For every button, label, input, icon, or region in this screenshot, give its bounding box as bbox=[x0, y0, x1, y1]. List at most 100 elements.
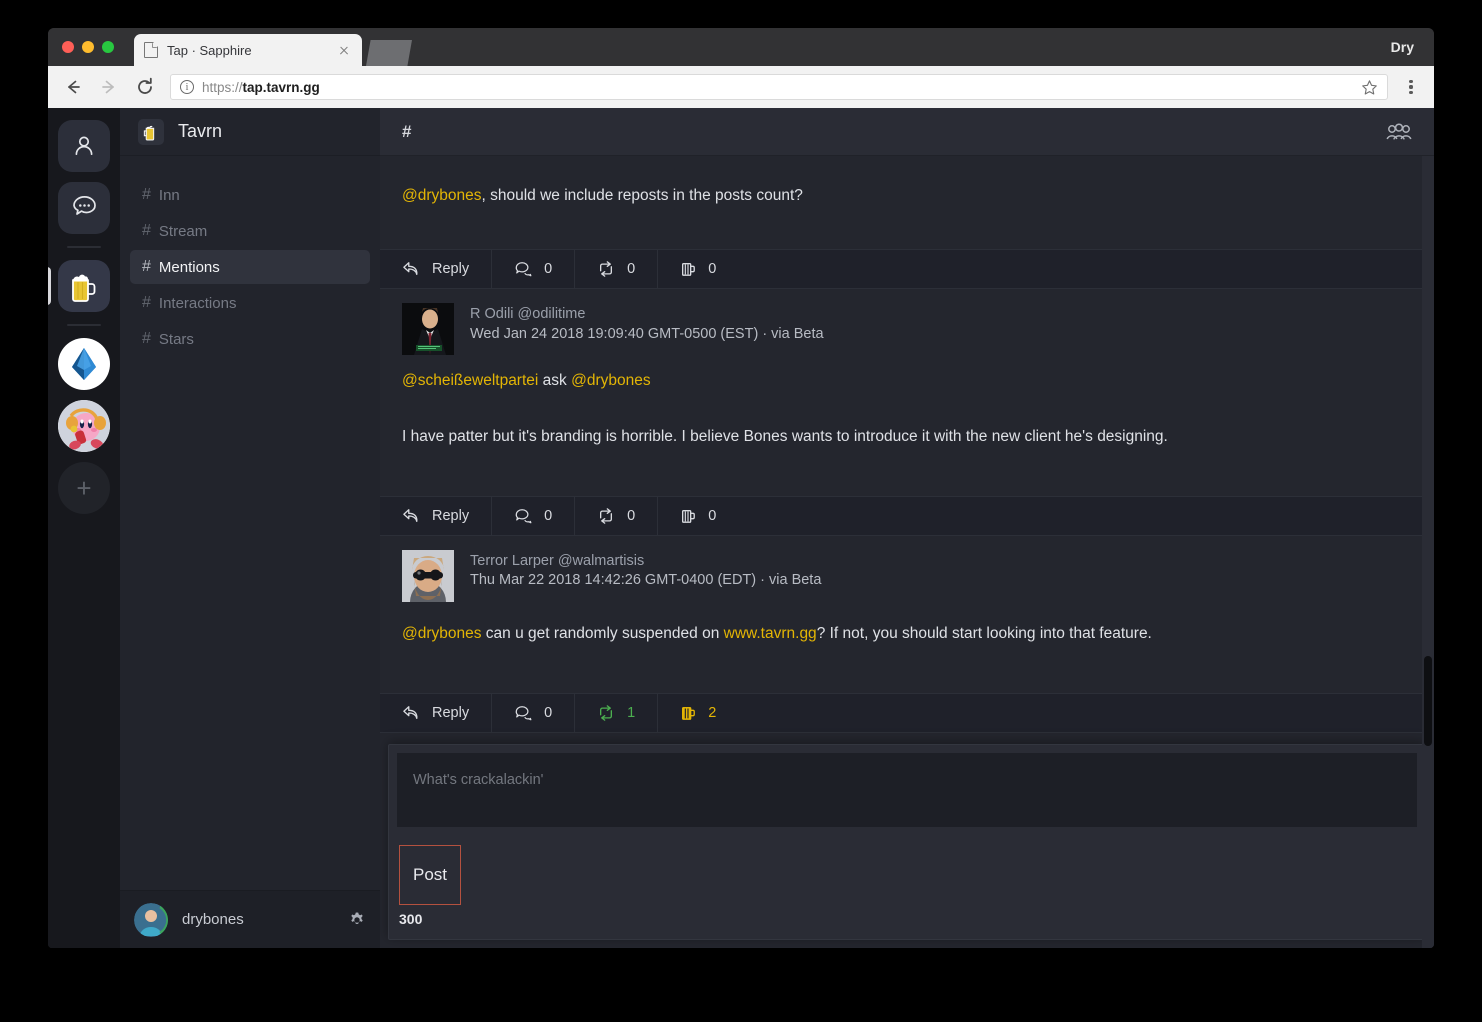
post-text: ask bbox=[538, 372, 572, 390]
avatar[interactable] bbox=[402, 303, 454, 356]
mention-link[interactable]: @drybones bbox=[402, 625, 482, 642]
sidebar-item-tavrn[interactable] bbox=[48, 260, 110, 312]
post-actions: Reply 0 1 2 bbox=[380, 693, 1434, 733]
channel-sidebar: Tavrn # Inn # Stream # Mentions # Intera… bbox=[120, 108, 380, 948]
close-window-button[interactable] bbox=[62, 41, 74, 53]
sidebar-item-profile[interactable] bbox=[58, 120, 110, 172]
minimize-window-button[interactable] bbox=[82, 41, 94, 53]
post-timestamp: Wed Jan 24 2018 19:09:40 GMT-0500 (EST) … bbox=[470, 325, 824, 342]
post-feed[interactable]: @drybones, should we include reposts in … bbox=[380, 156, 1434, 948]
post-text: I have patter but it's branding is horri… bbox=[402, 427, 1168, 445]
close-icon[interactable] bbox=[336, 42, 352, 58]
mention-link[interactable]: @drybones bbox=[402, 187, 482, 204]
address-bar[interactable]: i https://tap.tavrn.gg bbox=[170, 74, 1388, 100]
beer-button[interactable]: 0 bbox=[658, 250, 738, 288]
channel-label: Interactions bbox=[158, 294, 237, 312]
replies-count: 0 bbox=[544, 507, 553, 524]
sidebar-item-interactions[interactable]: # Interactions bbox=[130, 286, 370, 320]
current-user-name: drybones bbox=[182, 911, 244, 928]
post-body-secondary: I have patter but it's branding is horri… bbox=[380, 405, 1434, 496]
address-bar-url: https://tap.tavrn.gg bbox=[202, 79, 320, 95]
post-author: Terror Larper @walmartisis Thu Mar 22 20… bbox=[380, 536, 1434, 602]
browser-titlebar: Tap · Sapphire Dry bbox=[48, 28, 1434, 66]
channel-label: Stream bbox=[158, 222, 208, 240]
mention-link[interactable]: @scheißeweltpartei bbox=[402, 372, 538, 389]
app-root: + Tavrn # Inn # Stream # Mentions # Inte… bbox=[48, 108, 1434, 948]
reply-button[interactable]: Reply bbox=[388, 250, 493, 289]
kebab-menu-icon[interactable] bbox=[1402, 77, 1420, 97]
external-link[interactable]: www.tavrn.gg bbox=[724, 625, 817, 642]
document-icon bbox=[144, 42, 158, 58]
selected-indicator bbox=[48, 267, 51, 305]
repost-button[interactable]: 0 bbox=[575, 496, 659, 535]
reply-button[interactable]: Reply bbox=[388, 496, 493, 535]
guild-header[interactable]: Tavrn bbox=[120, 108, 380, 156]
scrollbar-thumb[interactable] bbox=[1424, 656, 1432, 746]
feed-scrollbar[interactable] bbox=[1422, 156, 1434, 948]
avatar[interactable] bbox=[402, 549, 454, 602]
sidebar-item-stream[interactable]: # Stream bbox=[130, 214, 370, 248]
browser-tab[interactable]: Tap · Sapphire bbox=[134, 34, 362, 66]
channel-label: Inn bbox=[158, 186, 180, 204]
hash-icon: # bbox=[142, 294, 151, 311]
post-body: @drybones can u get randomly suspended o… bbox=[380, 602, 1434, 693]
post-button[interactable]: Post bbox=[399, 845, 461, 905]
beer-mug-icon bbox=[138, 118, 164, 145]
repost-count: 1 bbox=[627, 705, 636, 721]
sidebar-item-sapphire[interactable] bbox=[58, 338, 110, 390]
post-author-meta: R Odili @odilitime Wed Jan 24 2018 19:09… bbox=[470, 303, 824, 355]
current-user-bar: drybones bbox=[120, 890, 380, 948]
sidebar-item-mentions[interactable]: # Mentions bbox=[130, 250, 370, 284]
reply-label: Reply bbox=[432, 507, 470, 524]
replies-count-button[interactable]: 0 bbox=[492, 694, 576, 732]
add-server-button[interactable]: + bbox=[58, 462, 110, 514]
post-body: @scheißeweltpartei ask @drybones bbox=[380, 355, 1434, 404]
forward-arrow-icon[interactable] bbox=[98, 76, 120, 98]
messages-icon bbox=[72, 196, 96, 215]
window-traffic-lights bbox=[62, 41, 114, 53]
repost-button[interactable]: 1 bbox=[575, 694, 659, 732]
browser-toolbar: i https://tap.tavrn.gg bbox=[48, 66, 1434, 108]
sidebar-item-kirby[interactable] bbox=[58, 400, 110, 452]
kirby-avatar-icon bbox=[58, 400, 110, 452]
rail-divider bbox=[67, 324, 101, 326]
sidebar-item-stars[interactable]: # Stars bbox=[130, 322, 370, 356]
sidebar-item-inn[interactable]: # Inn bbox=[130, 178, 370, 212]
beer-button[interactable]: 2 bbox=[658, 694, 738, 732]
sidebar-item-messages[interactable] bbox=[58, 182, 110, 234]
post-item: Terror Larper @walmartisis Thu Mar 22 20… bbox=[380, 535, 1434, 733]
reply-button[interactable]: Reply bbox=[388, 694, 493, 732]
new-tab-stub[interactable] bbox=[366, 40, 412, 66]
hash-icon: # bbox=[142, 330, 151, 347]
compose-textarea[interactable]: What's crackalackin' bbox=[397, 753, 1417, 827]
star-icon[interactable] bbox=[1361, 79, 1378, 96]
rail-divider bbox=[67, 246, 101, 248]
character-counter: 300 bbox=[399, 911, 423, 927]
channel-hash-title: # bbox=[402, 121, 412, 141]
hash-icon: # bbox=[142, 258, 151, 275]
beer-count: 0 bbox=[708, 507, 717, 524]
back-arrow-icon[interactable] bbox=[62, 76, 84, 98]
post-text: ? If not, you should start looking into … bbox=[816, 624, 1152, 642]
post-author-name[interactable]: Terror Larper @walmartisis bbox=[470, 552, 821, 572]
compose-panel: What's crackalackin' Post 300 bbox=[388, 744, 1426, 940]
replies-count-button[interactable]: 0 bbox=[492, 250, 576, 289]
post-author: R Odili @odilitime Wed Jan 24 2018 19:09… bbox=[380, 289, 1434, 356]
replies-count-button[interactable]: 0 bbox=[492, 496, 576, 535]
beer-button[interactable]: 0 bbox=[658, 497, 738, 535]
repost-button[interactable]: 0 bbox=[575, 250, 659, 289]
avatar[interactable] bbox=[134, 902, 168, 937]
mention-link[interactable]: @drybones bbox=[571, 372, 651, 389]
reply-label: Reply bbox=[432, 261, 470, 278]
info-icon[interactable]: i bbox=[180, 80, 194, 94]
profile-icon bbox=[75, 136, 93, 156]
post-body: @drybones, should we include reposts in … bbox=[380, 156, 1434, 249]
channel-label: Stars bbox=[158, 330, 194, 348]
reload-icon[interactable] bbox=[134, 76, 156, 98]
gear-icon[interactable] bbox=[348, 911, 366, 929]
post-timestamp: Thu Mar 22 2018 14:42:26 GMT-0400 (EDT) … bbox=[470, 572, 822, 589]
guild-name: Tavrn bbox=[178, 121, 223, 141]
members-icon[interactable] bbox=[1386, 122, 1412, 142]
maximize-window-button[interactable] bbox=[102, 41, 114, 53]
post-author-name[interactable]: R Odili @odilitime bbox=[470, 305, 824, 325]
